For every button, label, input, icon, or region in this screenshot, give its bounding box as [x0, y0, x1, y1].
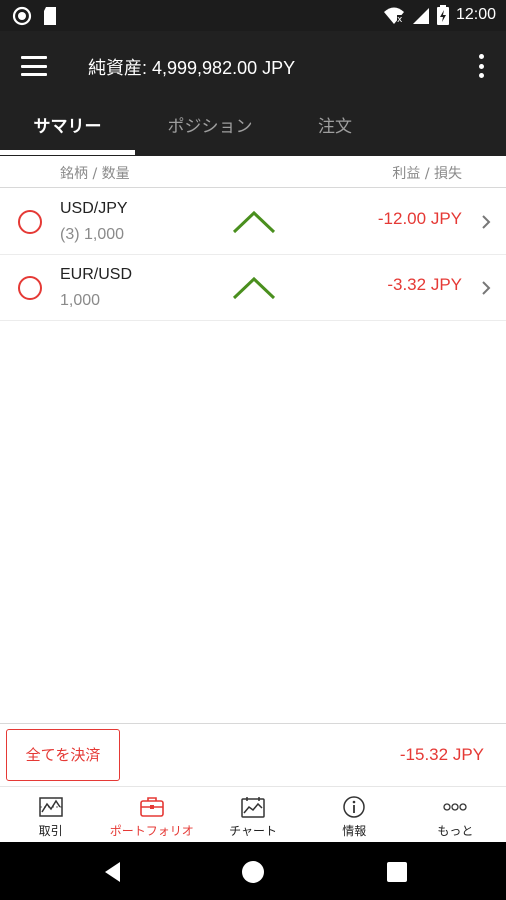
info-icon	[343, 796, 365, 818]
position-profit-loss: -3.32 JPY	[387, 275, 462, 294]
position-profit-loss: -12.00 JPY	[377, 209, 462, 228]
trade-chart-icon	[38, 797, 63, 817]
tab-orders[interactable]: 注文	[280, 101, 390, 156]
position-status-circle-icon	[18, 210, 42, 234]
tab-positions[interactable]: ポジション	[140, 101, 280, 156]
position-quantity: (3) 1,000	[60, 226, 125, 243]
hamburger-menu-icon[interactable]	[18, 51, 50, 81]
nav-item-chart[interactable]: チャート	[202, 787, 303, 842]
chart-icon	[241, 797, 265, 818]
home-icon[interactable]	[240, 859, 266, 885]
tab-summary[interactable]: サマリー	[0, 101, 135, 156]
status-bar: x 12:00	[0, 0, 506, 31]
system-nav-bar	[0, 842, 506, 900]
tab-bar: サマリー ポジション 注文	[0, 101, 506, 156]
overflow-menu-icon[interactable]	[474, 51, 488, 81]
trend-up-icon	[232, 276, 276, 300]
nav-item-trade[interactable]: 取引	[0, 787, 101, 842]
nav-label-chart: チャート	[229, 824, 277, 838]
battery-icon	[436, 5, 449, 25]
bottom-nav: 取引 ポートフォリオ チャート 情報 もっと	[0, 786, 506, 842]
nav-label-more: もっと	[437, 824, 474, 838]
nav-label-portfolio: ポートフォリオ	[109, 824, 194, 838]
app-bar: 純資産: 4,999,982.00 JPY	[0, 31, 506, 101]
position-row-eurusd[interactable]: EUR/USD 1,000 -3.32 JPY	[0, 255, 506, 321]
position-status-circle-icon	[18, 276, 42, 300]
back-icon[interactable]	[100, 859, 126, 885]
column-header-profit-loss: 利益 / 損失	[392, 166, 462, 182]
total-profit-loss: -15.32 JPY	[399, 745, 484, 764]
column-header-symbol-qty: 銘柄 / 数量	[60, 166, 130, 182]
signal-icon	[412, 8, 429, 24]
nav-item-portfolio[interactable]: ポートフォリオ	[101, 787, 202, 842]
position-quantity: 1,000	[60, 292, 101, 309]
wifi-icon: x	[383, 7, 404, 25]
status-time: 12:00	[455, 6, 496, 23]
briefcase-icon	[139, 797, 164, 817]
more-dots-icon	[443, 803, 468, 811]
trend-up-icon	[232, 210, 276, 234]
nav-item-more[interactable]: もっと	[405, 787, 506, 842]
svg-text:x: x	[397, 15, 403, 25]
circle-status-icon	[12, 6, 32, 26]
status-left-icons	[12, 6, 58, 26]
status-right-icons: x 12:00	[383, 5, 496, 25]
sd-card-icon	[44, 7, 56, 25]
net-assets-title: 純資産: 4,999,982.00 JPY	[88, 58, 296, 78]
chevron-right-icon	[482, 281, 491, 295]
nav-item-info[interactable]: 情報	[304, 787, 405, 842]
position-row-usdjpy[interactable]: USD/JPY (3) 1,000 -12.00 JPY	[0, 189, 506, 255]
close-all-button[interactable]: 全てを決済	[6, 729, 120, 781]
column-header: 銘柄 / 数量 利益 / 損失	[0, 156, 506, 188]
nav-label-trade: 取引	[38, 824, 63, 838]
nav-label-info: 情報	[342, 824, 367, 838]
chevron-right-icon	[482, 215, 491, 229]
portfolio-footer: 全てを決済 -15.32 JPY	[0, 723, 506, 786]
tab-indicator	[0, 150, 135, 155]
position-symbol: USD/JPY	[60, 200, 128, 217]
recents-icon[interactable]	[384, 859, 410, 885]
position-symbol: EUR/USD	[60, 266, 133, 283]
